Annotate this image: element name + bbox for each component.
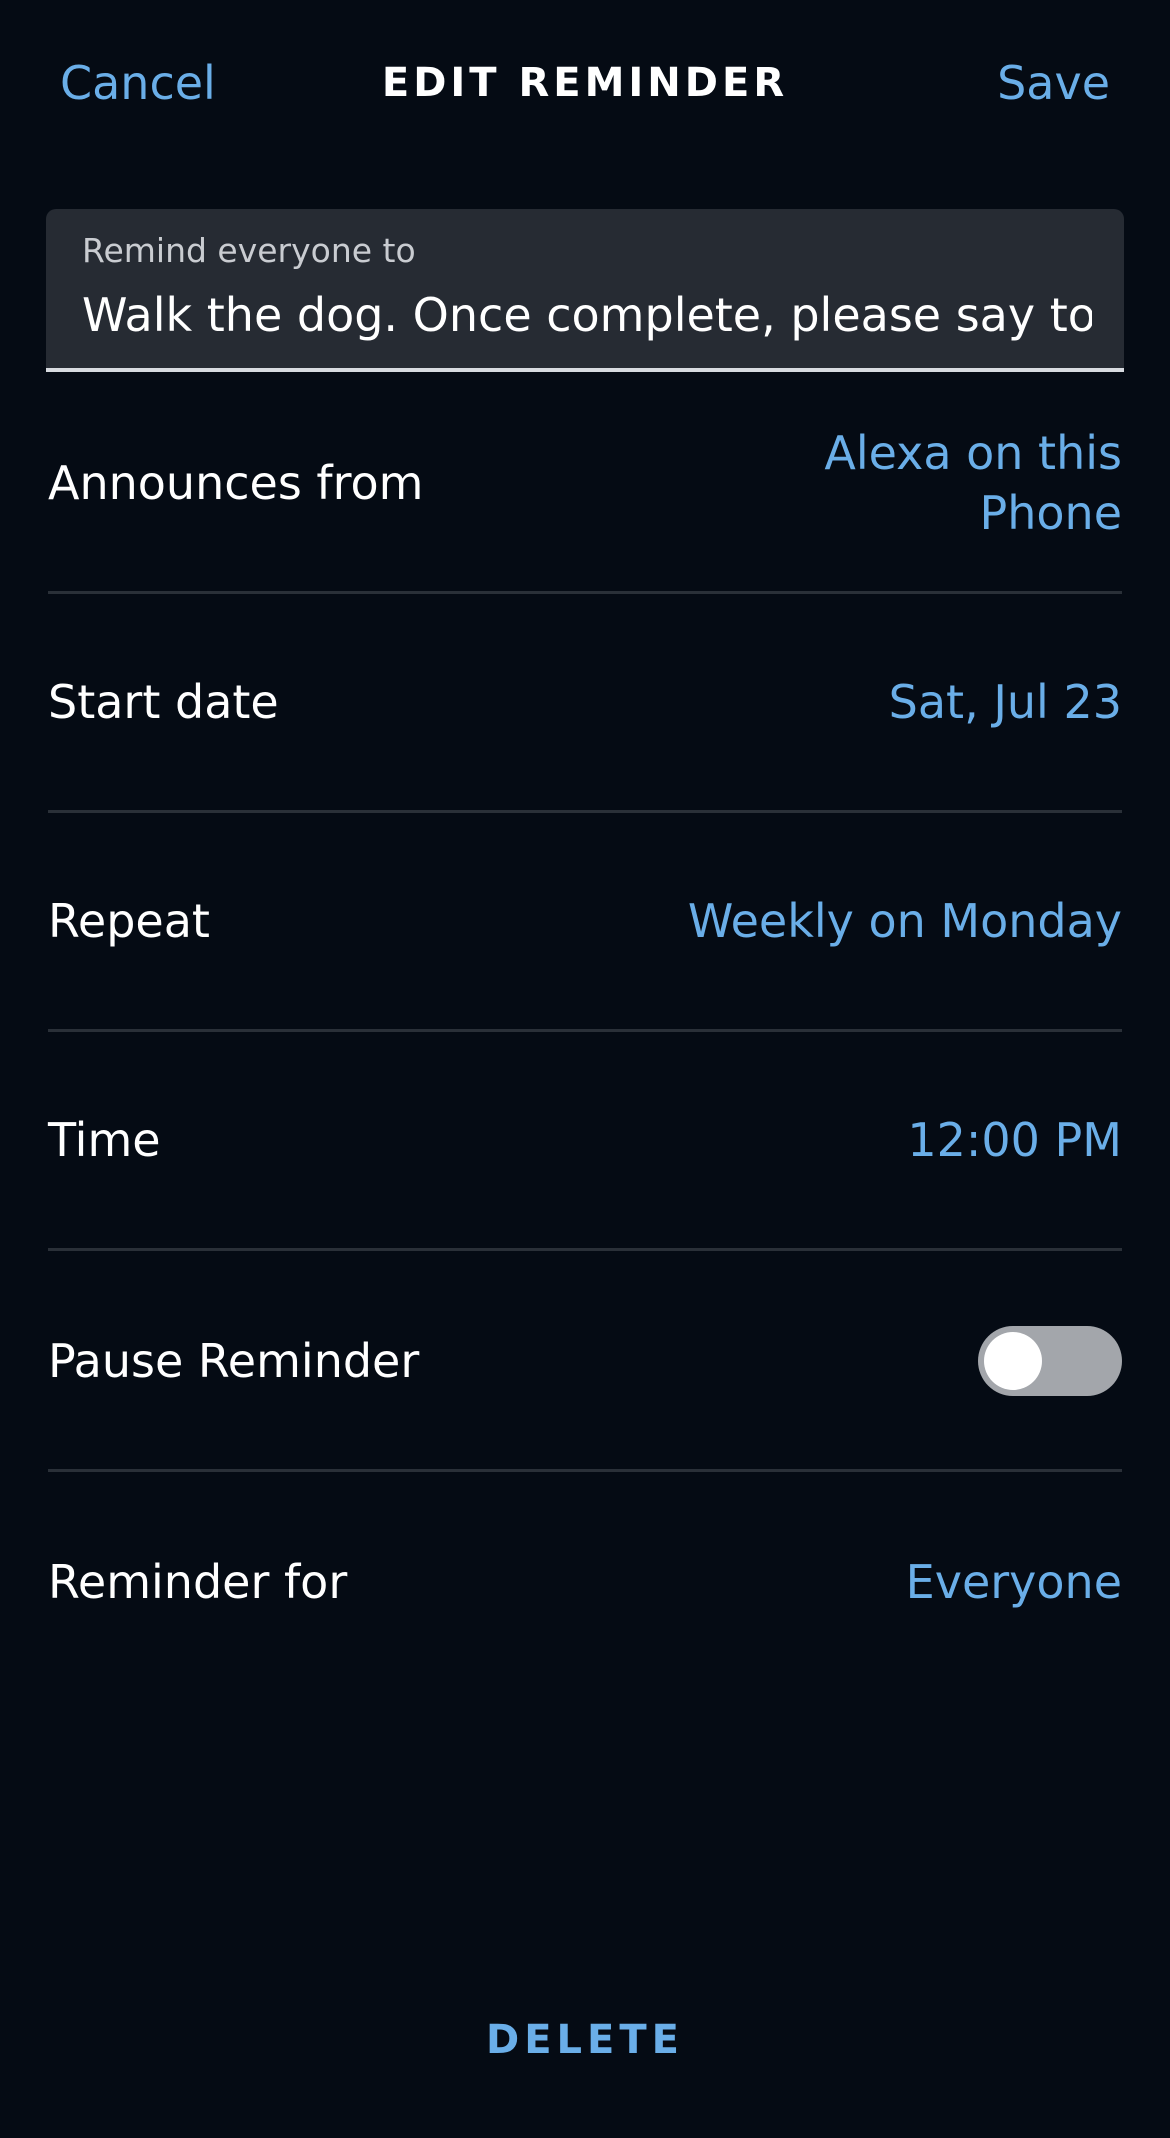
start-date-label: Start date (48, 675, 279, 729)
reminder-field-label: Remind everyone to (82, 231, 416, 270)
announces-from-row[interactable]: Announces from Alexa on this Phone (48, 375, 1122, 594)
reminder-for-value[interactable]: Everyone (906, 1552, 1122, 1612)
pause-reminder-label: Pause Reminder (48, 1334, 420, 1388)
time-row[interactable]: Time 12:00 PM (48, 1032, 1122, 1251)
repeat-row[interactable]: Repeat Weekly on Monday (48, 813, 1122, 1032)
reminder-text-input[interactable]: Walk the dog. Once complete, please say … (82, 287, 1092, 343)
reminder-for-label: Reminder for (48, 1554, 348, 1609)
start-date-value[interactable]: Sat, Jul 23 (889, 672, 1122, 732)
reminder-text-field[interactable]: Remind everyone to Walk the dog. Once co… (46, 209, 1124, 372)
pause-reminder-toggle[interactable] (978, 1326, 1122, 1396)
time-value[interactable]: 12:00 PM (907, 1110, 1122, 1170)
start-date-row[interactable]: Start date Sat, Jul 23 (48, 594, 1122, 813)
repeat-value[interactable]: Weekly on Monday (688, 891, 1122, 951)
toggle-knob (984, 1332, 1042, 1390)
save-button[interactable]: Save (997, 55, 1110, 111)
time-label: Time (48, 1113, 161, 1167)
pause-reminder-row: Pause Reminder (48, 1253, 1122, 1472)
announces-from-value[interactable]: Alexa on this Phone (802, 423, 1122, 543)
delete-button-area: DELETE (0, 2015, 1170, 2065)
repeat-label: Repeat (48, 894, 210, 948)
delete-button[interactable]: DELETE (486, 2017, 684, 2063)
page-title: EDIT REMINDER (381, 60, 789, 106)
header-bar: Cancel EDIT REMINDER Save (0, 0, 1170, 165)
announces-from-label: Announces from (48, 456, 424, 510)
reminder-for-row[interactable]: Reminder for Everyone (48, 1472, 1122, 1691)
